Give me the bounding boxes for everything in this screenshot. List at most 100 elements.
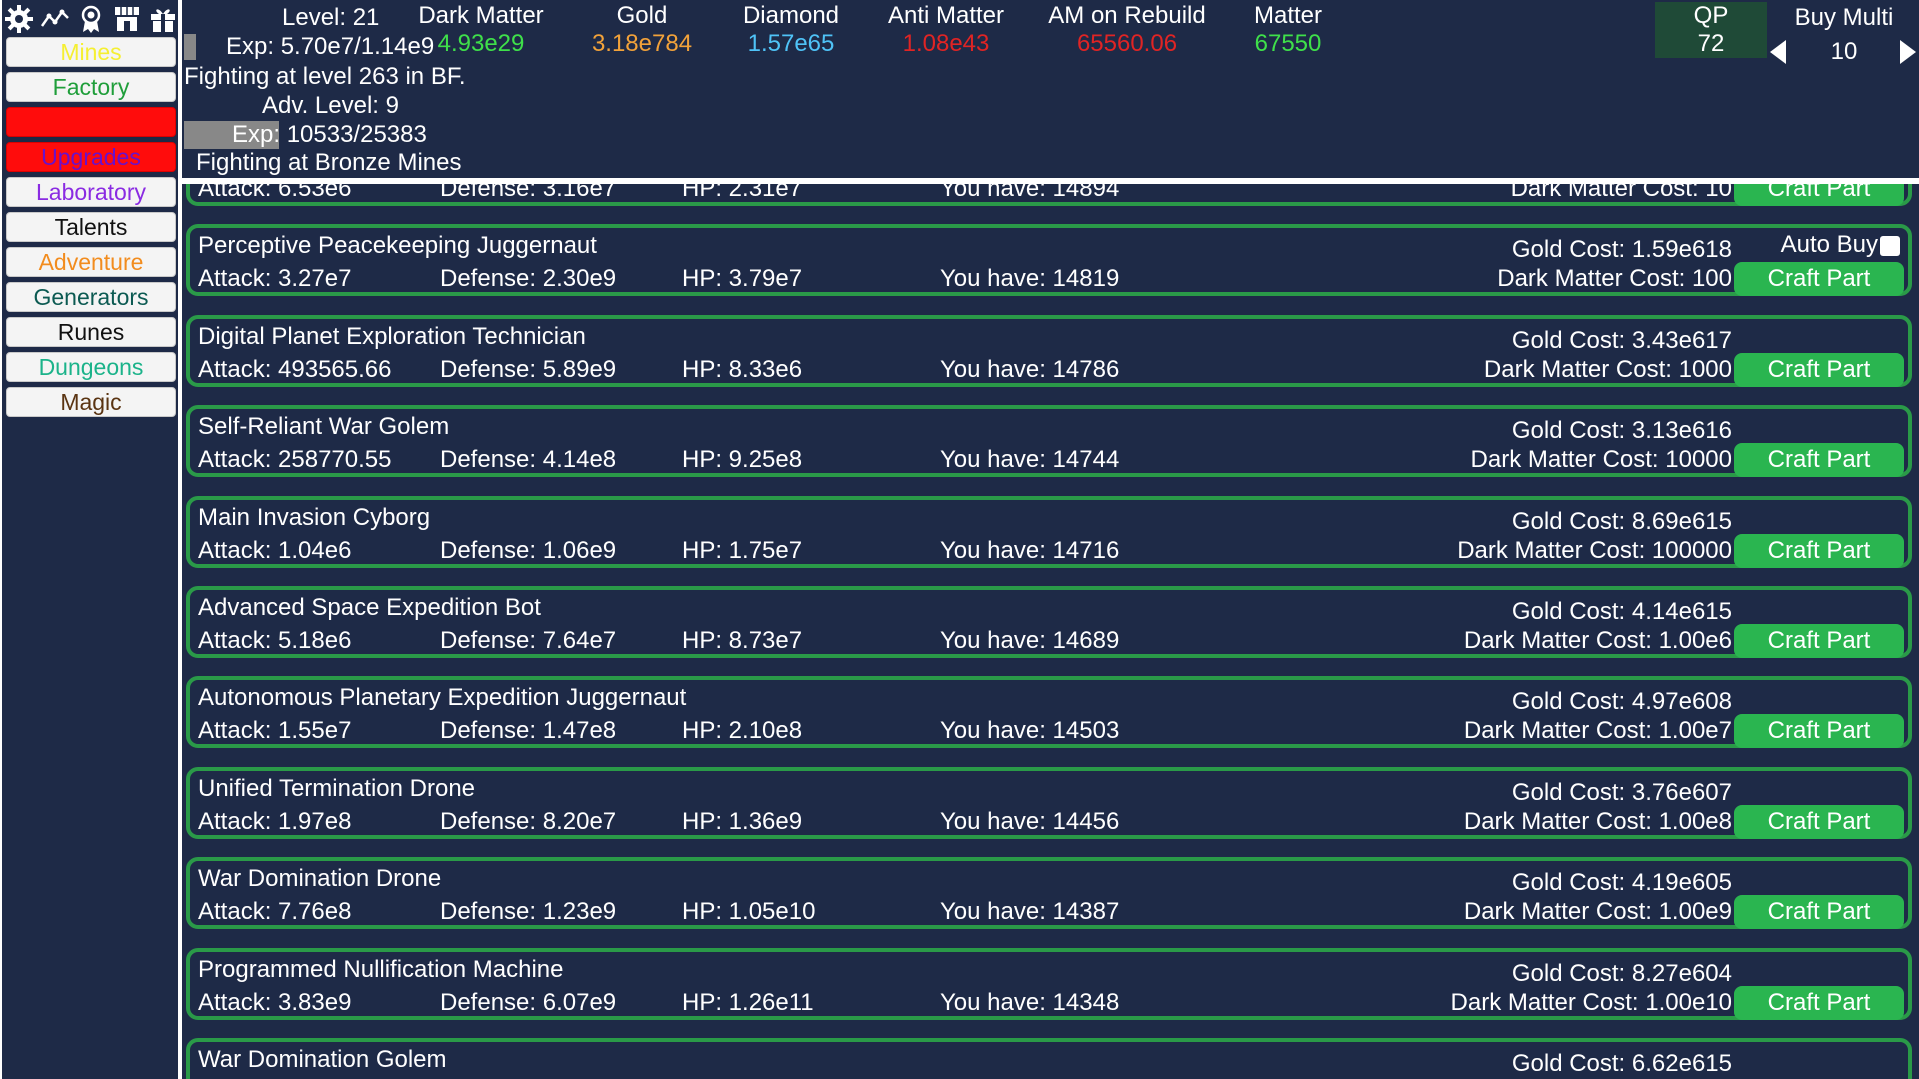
craft-part-button[interactable]: Craft Part	[1734, 352, 1904, 387]
gear-icon[interactable]	[4, 4, 34, 34]
buy-multi-value: 10	[1830, 38, 1858, 65]
craft-part-button[interactable]: Craft Part	[1734, 804, 1904, 839]
part-defense: Defense: 8.20e7	[440, 807, 617, 835]
toolbar-icons	[4, 2, 178, 36]
nav-blank-button[interactable]	[6, 107, 176, 137]
adventure-status: Fighting at Bronze Mines	[196, 149, 462, 176]
resource-matter: Matter 67550	[1188, 2, 1388, 58]
part-name: Main Invasion Cyborg	[198, 503, 431, 531]
nav-menu: Mines Factory Upgrades Laboratory Talents Adv…	[6, 37, 176, 417]
part-hp: HP: 1.05e10	[682, 898, 816, 926]
part-dark-matter-cost: Dark Matter Cost: 1.00e7	[1463, 717, 1732, 745]
arrow-left-icon[interactable]	[1770, 40, 1786, 64]
qp-box: QP 72	[1655, 2, 1767, 58]
craft-part-button[interactable]: Craft Part	[1734, 624, 1904, 658]
resource-anti-matter: Anti Matter 1.08e43	[846, 2, 1046, 58]
stats-chart-icon[interactable]	[40, 4, 70, 34]
part-owned-count: You have: 14786	[940, 355, 1120, 383]
part-gold-cost: Gold Cost: 3.13e616	[1511, 417, 1732, 445]
gift-icon[interactable]	[148, 4, 178, 34]
part-owned-count: You have: 14819	[940, 265, 1120, 293]
craft-part-button[interactable]: Craft Part	[1734, 533, 1904, 568]
crafting-panel[interactable]: Attack: 6.53e6 Defense: 3.16e7 HP: 2.31e7 Y…	[182, 184, 1919, 1079]
nav-magic-button[interactable]: Magic	[6, 387, 176, 417]
part-row: Unified Termination Drone Attack: 1.97e8 D…	[186, 766, 1912, 839]
part-gold-cost: Gold Cost: 6.62e615	[1511, 1050, 1732, 1077]
exp-progress-fill	[184, 34, 196, 60]
part-attack: Attack: 1.97e8	[198, 807, 352, 835]
nav-runes-button[interactable]: Runes	[6, 317, 176, 347]
craft-part-button[interactable]: Craft Part	[1734, 184, 1904, 206]
part-gold-cost: Gold Cost: 3.76e607	[1511, 778, 1732, 806]
part-hp: HP: 1.36e9	[682, 807, 803, 835]
part-attack: Attack: 1.04e6	[198, 536, 352, 564]
part-defense: Defense: 3.16e7	[440, 184, 617, 202]
nav-generators-button[interactable]: Generators	[6, 282, 176, 312]
nav-dungeons-button[interactable]: Dungeons	[6, 352, 176, 382]
part-hp: HP: 2.10e8	[682, 717, 803, 745]
part-gold-cost: Gold Cost: 4.14e615	[1511, 598, 1732, 625]
part-gold-cost: Gold Cost: 1.59e618	[1511, 236, 1732, 264]
nav-laboratory-button[interactable]: Laboratory	[6, 177, 176, 207]
craft-part-button[interactable]: Craft Part	[1734, 985, 1904, 1020]
resource-value: 67550	[1254, 30, 1322, 57]
shop-icon[interactable]	[112, 4, 142, 34]
part-hp: HP: 9.25e8	[682, 446, 803, 474]
arrow-right-icon[interactable]	[1900, 40, 1916, 64]
sidebar: Mines Factory Upgrades Laboratory Talents Adv…	[2, 0, 178, 1079]
part-owned-count: You have: 14503	[940, 717, 1120, 745]
nav-mines-button[interactable]: Mines	[6, 37, 176, 67]
part-name: Self-Reliant War Golem	[198, 413, 450, 441]
part-row: Main Invasion Cyborg Attack: 1.04e6 Defens…	[186, 495, 1912, 568]
part-defense: Defense: 1.06e9	[440, 536, 617, 564]
part-owned-count: You have: 14744	[940, 446, 1120, 474]
award-icon[interactable]	[76, 4, 106, 34]
auto-buy-checkbox[interactable]	[1880, 236, 1900, 257]
part-hp: HP: 2.31e7	[682, 184, 803, 202]
part-defense: Defense: 1.23e9	[440, 898, 617, 926]
part-dark-matter-cost: Dark Matter Cost: 100	[1497, 265, 1732, 293]
craft-part-button[interactable]: Craft Part	[1734, 895, 1904, 930]
part-hp: HP: 8.33e6	[682, 355, 803, 383]
resource-label: Anti Matter	[887, 2, 1005, 29]
part-row: Perceptive Peacekeeping Juggernaut Attack…	[186, 224, 1912, 297]
part-defense: Defense: 2.30e9	[440, 265, 617, 293]
part-row: War Domination Golem Gold Cost: 6.62e615	[186, 1038, 1912, 1079]
part-defense: Defense: 1.47e8	[440, 717, 617, 745]
part-name: Unified Termination Drone	[198, 774, 476, 802]
part-name: Autonomous Planetary Expedition Juggerna…	[198, 684, 687, 712]
part-attack: Attack: 493565.66	[198, 355, 392, 383]
part-owned-count: You have: 14456	[940, 807, 1120, 835]
part-defense: Defense: 6.07e9	[440, 988, 617, 1016]
part-defense: Defense: 5.89e9	[440, 355, 617, 383]
battle-status: Fighting at level 263 in BF.	[184, 63, 466, 90]
part-attack: Attack: 7.76e8	[198, 898, 352, 926]
resource-value: 1.08e43	[902, 30, 990, 57]
nav-upgrades-button[interactable]: Upgrades	[6, 142, 176, 172]
nav-talents-button[interactable]: Talents	[6, 212, 176, 242]
nav-adventure-button[interactable]: Adventure	[6, 247, 176, 277]
part-hp: HP: 1.75e7	[682, 536, 803, 564]
part-defense: Defense: 7.64e7	[440, 627, 617, 654]
adv-exp: Exp: 10533/25383	[232, 121, 427, 148]
part-row: Digital Planet Exploration Technician Att…	[186, 314, 1912, 387]
part-row: Attack: 6.53e6 Defense: 3.16e7 HP: 2.31e7 Y…	[186, 184, 1912, 206]
qp-value: 72	[1697, 30, 1725, 57]
craft-part-button[interactable]: Craft Part	[1734, 714, 1904, 749]
auto-buy-label: Auto Buy	[1780, 231, 1878, 259]
nav-factory-button[interactable]: Factory	[6, 72, 176, 102]
part-gold-cost: Gold Cost: 8.69e615	[1511, 507, 1732, 535]
part-attack: Attack: 258770.55	[198, 446, 392, 474]
part-dark-matter-cost: Dark Matter Cost: 1000	[1483, 355, 1732, 383]
part-name: War Domination Drone	[198, 865, 442, 893]
part-dark-matter-cost: Dark Matter Cost: 100000	[1457, 536, 1732, 564]
part-attack: Attack: 6.53e6	[198, 184, 352, 202]
craft-part-button[interactable]: Craft Part	[1734, 443, 1904, 478]
part-owned-count: You have: 14716	[940, 536, 1120, 564]
part-dark-matter-cost: Dark Matter Cost: 1.00e8	[1463, 807, 1732, 835]
part-row: Programmed Nullification Machine Attack: …	[186, 947, 1912, 1020]
part-name: Digital Planet Exploration Technician	[198, 322, 586, 350]
part-row: Autonomous Planetary Expedition Juggerna…	[186, 676, 1912, 749]
craft-part-button[interactable]: Craft Part	[1734, 262, 1904, 297]
part-owned-count: You have: 14689	[940, 627, 1120, 654]
